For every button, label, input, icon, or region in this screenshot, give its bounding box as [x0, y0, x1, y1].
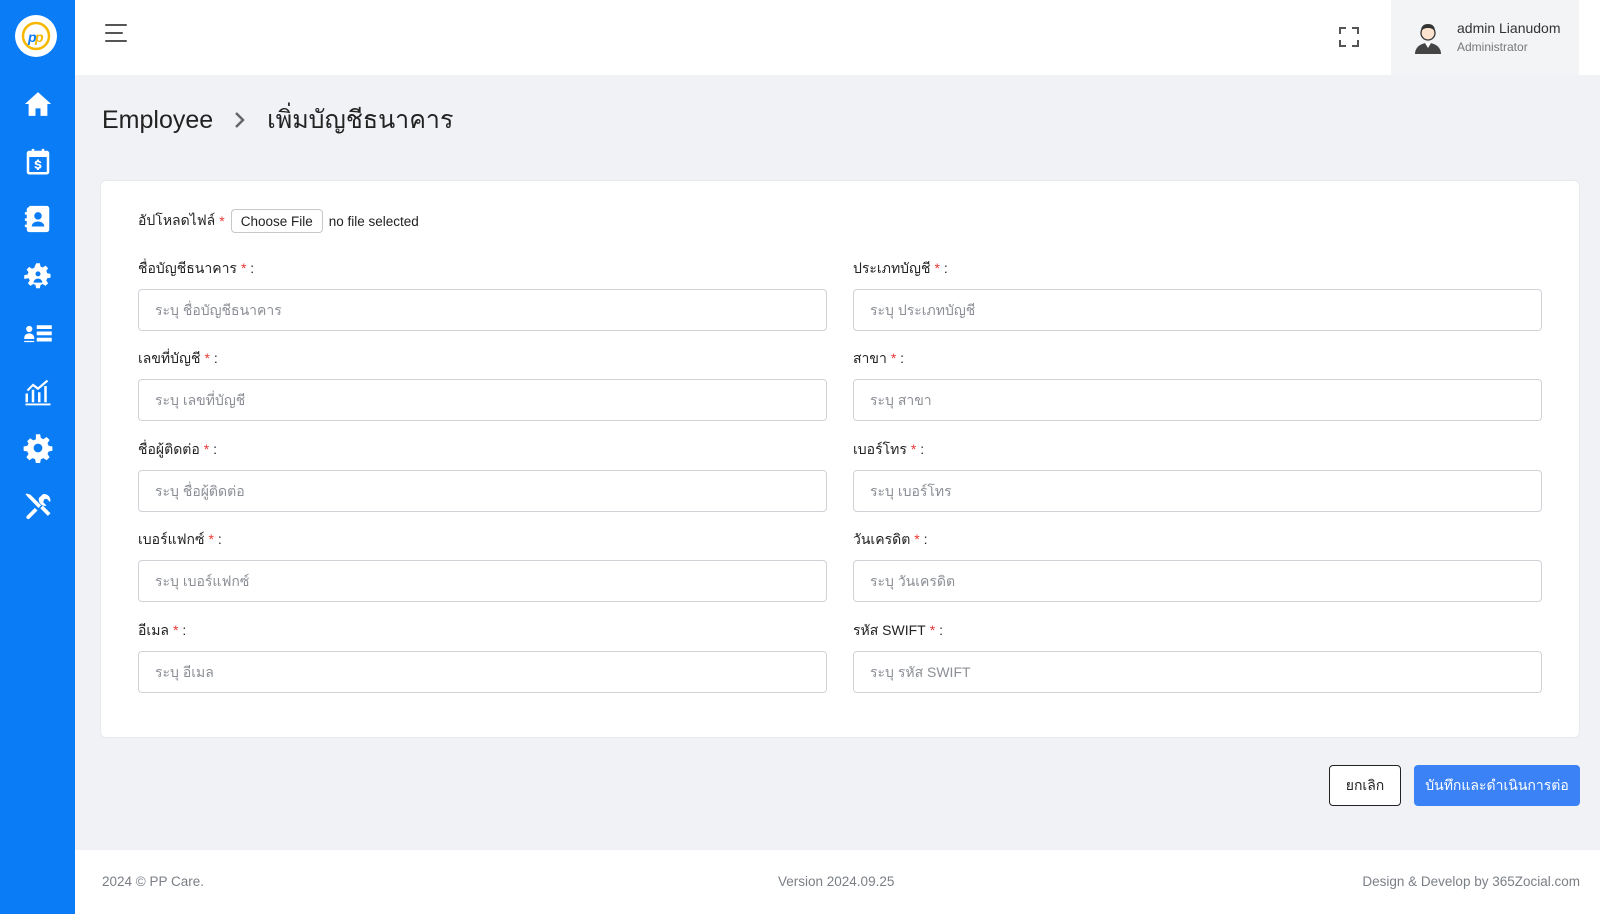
user-role: Administrator: [1457, 39, 1528, 54]
contact-book-icon: [24, 205, 49, 233]
breadcrumb: Employee เพิ่มบัญชีธนาคาร: [102, 102, 453, 138]
calendar-dollar-icon: [26, 148, 49, 175]
field-label-account-type: ประเภทบัญชี * :: [853, 260, 948, 276]
app-logo[interactable]: p p: [15, 15, 57, 57]
user-list-icon: [23, 325, 52, 343]
swift-code-input[interactable]: [853, 651, 1542, 693]
sidebar-item-settings[interactable]: [0, 423, 75, 473]
required-mark: *: [219, 213, 225, 229]
fullscreen-icon[interactable]: [1337, 25, 1361, 49]
save-and-continue-button[interactable]: บันทึกและดำเนินการต่อ: [1414, 765, 1580, 806]
sidebar-item-tools[interactable]: [0, 481, 75, 531]
top-header: admin Lianudom Administrator: [75, 0, 1600, 75]
team-gear-icon: [23, 263, 50, 289]
field-label-email: อีเมล * :: [138, 622, 187, 638]
choose-file-button[interactable]: Choose File: [230, 209, 323, 233]
sidebar-item-home[interactable]: [0, 79, 75, 129]
branch-input[interactable]: [853, 379, 1542, 421]
field-label-fax: เบอร์แฟกซ์ * :: [138, 531, 222, 547]
analytics-chart-icon: [25, 379, 50, 406]
phone-input[interactable]: [853, 470, 1542, 512]
footer-copyright: 2024 © PP Care.: [102, 874, 205, 889]
sidebar-item-payroll[interactable]: [0, 137, 75, 187]
field-label-branch: สาขา * :: [853, 350, 905, 366]
page-title: เพิ่มบัญชีธนาคาร: [267, 106, 454, 134]
contact-name-input[interactable]: [138, 470, 827, 512]
menu-toggle-icon[interactable]: [105, 24, 133, 50]
footer-credit[interactable]: Design & Develop by 365Zocial.com: [1362, 874, 1580, 889]
home-icon: [24, 92, 51, 116]
avatar: [1415, 23, 1441, 54]
fax-input[interactable]: [138, 560, 827, 602]
field-label-bank-account-name: ชื่อบัญชีธนาคาร * :: [138, 260, 255, 276]
pp-care-logo-icon: p p: [21, 21, 51, 51]
upload-row: อัปโหลดไฟล์ * Choose File no file select…: [138, 209, 419, 233]
cancel-button[interactable]: ยกเลิก: [1329, 765, 1401, 806]
sidebar-item-reports[interactable]: [0, 366, 75, 416]
email-input[interactable]: [138, 651, 827, 693]
sidebar: p p: [0, 0, 75, 914]
field-label-swift: รหัส SWIFT * :: [853, 622, 943, 638]
chevron-right-icon: [233, 110, 247, 130]
user-name: admin Lianudom: [1457, 19, 1561, 36]
sidebar-item-contacts[interactable]: [0, 194, 75, 244]
user-menu[interactable]: admin Lianudom Administrator: [1391, 0, 1579, 75]
account-number-input[interactable]: [138, 379, 827, 421]
field-label-account-number: เลขที่บัญชี * :: [138, 350, 218, 366]
footer-version: Version 2024.09.25: [778, 874, 895, 889]
breadcrumb-employee[interactable]: Employee: [102, 106, 213, 135]
field-label-contact-name: ชื่อผู้ติดต่อ * :: [138, 441, 218, 457]
footer: 2024 © PP Care. Version 2024.09.25 Desig…: [75, 850, 1600, 914]
account-type-input[interactable]: [853, 289, 1542, 331]
sidebar-item-team[interactable]: [0, 252, 75, 302]
svg-text:p: p: [34, 29, 44, 45]
settings-gear-icon: [23, 434, 52, 463]
bank-account-form: อัปโหลดไฟล์ * Choose File no file select…: [100, 180, 1580, 738]
upload-label: อัปโหลดไฟล์: [138, 212, 216, 228]
user-info: admin Lianudom Administrator: [1457, 19, 1561, 57]
bank-account-name-input[interactable]: [138, 289, 827, 331]
file-status: no file selected: [328, 213, 419, 229]
sidebar-item-employees[interactable]: [0, 309, 75, 359]
field-label-phone: เบอร์โทร * :: [853, 441, 925, 457]
tools-icon: [25, 493, 50, 519]
credit-days-input[interactable]: [853, 560, 1542, 602]
field-label-credit-days: วันเครดิต * :: [853, 531, 928, 547]
